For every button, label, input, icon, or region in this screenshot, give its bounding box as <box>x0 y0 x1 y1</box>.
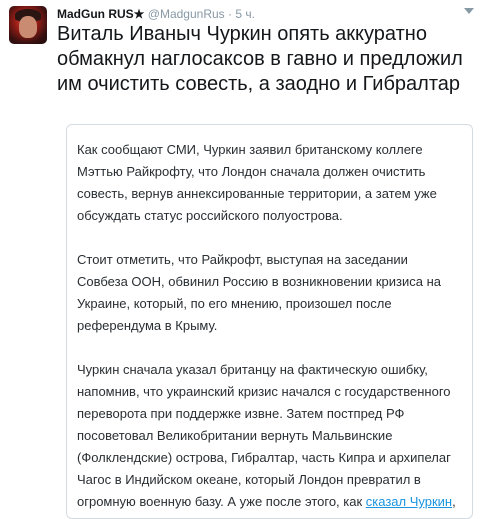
article-link[interactable]: сказал Чуркин <box>366 494 452 509</box>
article-paragraph-1: Как сообщают СМИ, Чуркин заявил британск… <box>77 142 437 223</box>
article-paragraph-2: Стоит отметить, что Райкрофт, выступая н… <box>77 252 442 333</box>
avatar-face <box>19 16 37 38</box>
tweet-header: MadGun RUS★ @MadgunRus · 5 ч. <box>57 6 474 22</box>
separator: · <box>228 7 232 21</box>
tweet-time[interactable]: 5 ч. <box>235 7 255 21</box>
article-paragraph-3: Чуркин сначала указал британцу на фактич… <box>77 359 462 518</box>
tweet-text: Виталь Иваныч Чуркин опять аккуратно обм… <box>57 23 463 95</box>
article-paragraph-3-start: Чуркин сначала указал британцу на фактич… <box>77 362 451 509</box>
chevron-down-icon[interactable] <box>464 8 474 14</box>
quoted-article[interactable]: Как сообщают СМИ, Чуркин заявил британск… <box>66 124 473 519</box>
author-handle[interactable]: @MadgunRus <box>148 7 225 21</box>
avatar[interactable] <box>9 6 47 44</box>
author-name[interactable]: MadGun RUS★ <box>57 7 144 21</box>
